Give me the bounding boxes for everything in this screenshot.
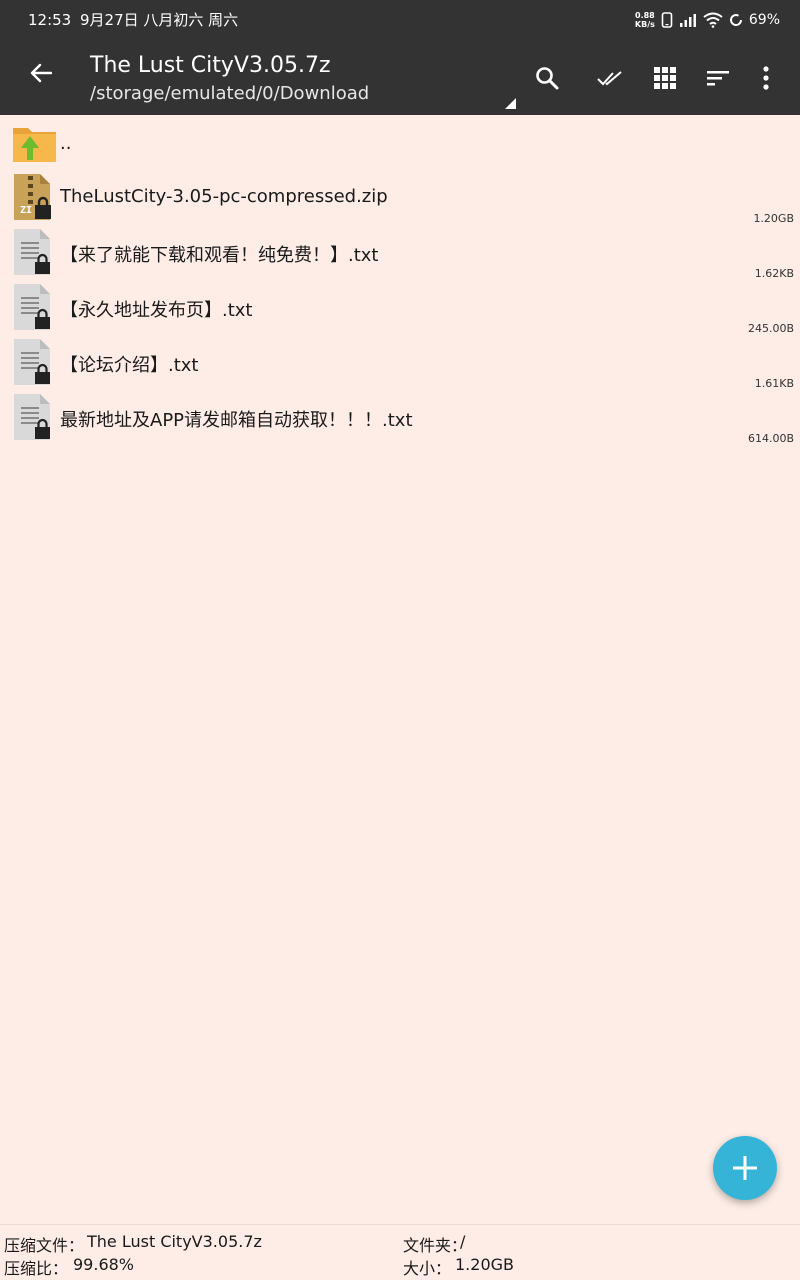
wifi-icon <box>703 12 723 28</box>
file-name: 【来了就能下载和观看！纯免费！】.txt <box>60 245 379 266</box>
text-file-icon <box>14 284 50 330</box>
status-date: 9月27日 八月初六 周六 <box>80 11 239 29</box>
file-name: 【永久地址发布页】.txt <box>60 300 253 321</box>
sync-icon <box>729 14 742 26</box>
archive-info-footer: 压缩文件： The Lust CityV3.05.7z 文件夹： / 压缩比： … <box>0 1224 800 1280</box>
sort-button[interactable] <box>698 58 738 98</box>
grid-view-button[interactable] <box>645 58 685 98</box>
ratio-value: 99.68% <box>73 1255 135 1274</box>
sort-icon <box>707 71 729 86</box>
file-list: .. ZI TheLustCity-3.05-pc-compressed.zip… <box>0 115 800 445</box>
file-size: 1.20GB <box>753 212 794 225</box>
file-name: 最新地址及APP请发邮箱自动获取！！！.txt <box>60 410 413 431</box>
file-size: 614.00B <box>747 432 794 445</box>
ratio-label: 压缩比： <box>4 1259 69 1278</box>
file-name: .. <box>60 133 72 154</box>
net-speed-value: 0.88 <box>635 11 655 20</box>
zip-icon-label: ZI <box>20 205 33 216</box>
status-bar: 12:53 9月27日 八月初六 周六 0.88 KB/s 69% <box>0 0 800 40</box>
file-size: 245.00B <box>747 322 794 335</box>
file-size: 1.61KB <box>754 377 794 390</box>
signal-icon <box>679 14 696 27</box>
folder-up-icon <box>13 128 56 162</box>
list-item[interactable]: 【来了就能下载和观看！纯免费！】.txt 1.62KB <box>0 225 800 280</box>
add-button[interactable] <box>713 1136 777 1200</box>
double-check-icon <box>597 71 622 86</box>
more-vertical-icon <box>763 66 769 90</box>
battery-level: 69% <box>748 12 780 28</box>
plus-icon <box>733 1156 757 1180</box>
file-name: 【论坛介绍】.txt <box>60 355 199 376</box>
toolbar-actions <box>0 58 800 98</box>
folder-label: 文件夹： <box>403 1236 468 1255</box>
status-time: 12:53 <box>28 11 72 29</box>
path-dropdown-indicator[interactable] <box>505 98 516 109</box>
more-options-button[interactable] <box>746 58 786 98</box>
folder-value: / <box>460 1232 466 1251</box>
archive-label: 压缩文件： <box>4 1236 85 1255</box>
size-label: 大小： <box>403 1259 452 1278</box>
file-name: TheLustCity-3.05-pc-compressed.zip <box>60 186 388 207</box>
size-value: 1.20GB <box>455 1255 514 1274</box>
net-speed-unit: KB/s <box>634 20 655 29</box>
list-item[interactable]: 【永久地址发布页】.txt 245.00B <box>0 280 800 335</box>
list-item[interactable]: 【论坛介绍】.txt 1.61KB <box>0 335 800 390</box>
text-file-icon <box>14 394 50 440</box>
net-speed: 0.88 KB/s <box>635 11 655 29</box>
text-file-icon <box>14 229 50 275</box>
search-button[interactable] <box>527 58 567 98</box>
list-item[interactable]: 最新地址及APP请发邮箱自动获取！！！.txt 614.00B <box>0 390 800 445</box>
status-icons: 0.88 KB/s 69% <box>635 0 780 40</box>
app-bar: The Lust CityV3.05.7z /storage/emulated/… <box>0 40 800 115</box>
archive-value: The Lust CityV3.05.7z <box>87 1232 262 1251</box>
list-item-parent[interactable]: .. <box>0 115 800 170</box>
list-item[interactable]: ZI TheLustCity-3.05-pc-compressed.zip 1.… <box>0 170 800 225</box>
top-bar: 12:53 9月27日 八月初六 周六 0.88 KB/s 69% The Lu… <box>0 0 800 115</box>
search-icon <box>536 67 559 90</box>
text-file-icon <box>14 339 50 385</box>
file-size: 1.62KB <box>754 267 794 280</box>
grid-icon <box>654 67 676 89</box>
phone-icon <box>661 12 673 28</box>
select-all-button[interactable] <box>590 58 630 98</box>
